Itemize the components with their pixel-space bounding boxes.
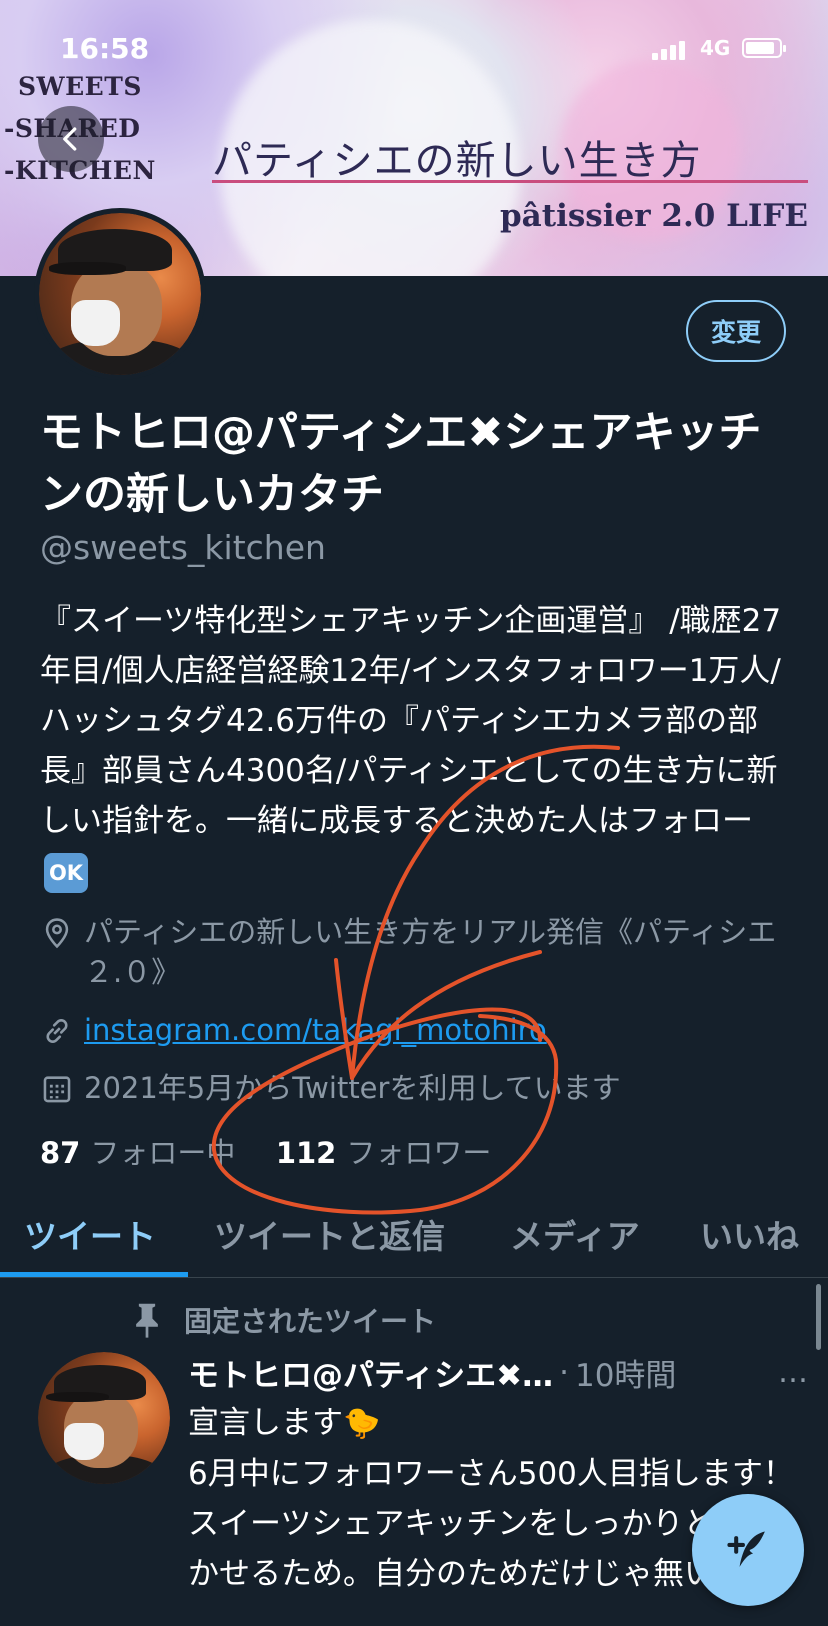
scrollbar[interactable] [816,1284,821,1350]
edit-profile-button[interactable]: 変更 [686,300,786,362]
profile-website: instagram.com/takagi_motohiro [40,1010,547,1050]
profile-handle: @sweets_kitchen [40,528,326,567]
compose-tweet-icon [727,1531,765,1567]
battery-icon [742,38,786,58]
separator-dot: · [559,1354,569,1391]
banner-divider [212,180,808,183]
chevron-left-icon [63,127,77,151]
calendar-icon [43,1076,71,1103]
chick-emoji: 🐤 [343,1406,381,1441]
tweet-author-avatar[interactable] [38,1352,170,1484]
profile-tabs: ツイート ツイートと返信 メディア いいね [0,1200,828,1278]
ok-emoji: OK [44,852,88,893]
following-count: 87 [40,1136,81,1170]
profile-avatar[interactable] [34,208,206,380]
website-link[interactable]: instagram.com/takagi_motohiro [84,1010,547,1050]
tab-media[interactable]: メディア [510,1210,640,1258]
tweet-time[interactable]: 10時間 [575,1350,676,1395]
banner-subtitle: pâtissier 2.0 LIFE [500,198,809,234]
tweet-line: 宣言します [188,1405,343,1441]
link-icon [46,1019,68,1043]
bio-text: 『スイーツ特化型シェアキッチン企画運営』 /職歴27年目/個人店経営経験12年/… [40,603,782,839]
network-type: 4G [700,36,731,60]
followers-label: フォロワー [346,1136,492,1170]
tab-tweets[interactable]: ツイート [24,1210,156,1258]
status-time: 16:58 [60,32,150,65]
status-bar: 16:58 4G [0,30,828,70]
profile-display-name: モトヒロ@パティシエ✖︎シェアキッチンの新しいカタチ [40,408,762,520]
pinned-indicator: 固定されたツイート [130,1300,436,1340]
following-link[interactable]: 87 フォロー中 [40,1136,235,1170]
location-pin-icon [45,918,69,949]
tweet-author-name[interactable]: モトヒロ@パティシエ✖︎… [188,1350,553,1395]
banner-title: パティシエの新しい生き方 [212,138,702,184]
tweet-header: モトヒロ@パティシエ✖︎… · 10時間 … [188,1350,808,1395]
followers-count: 112 [275,1136,337,1170]
follow-stats: 87 フォロー中 112 フォロワー [40,1130,491,1172]
pinned-label: 固定されたツイート [184,1305,437,1338]
profile-joined: 2021年5月からTwitterを利用しています [40,1068,621,1108]
active-tab-indicator [0,1272,188,1277]
banner-logo-line: SWEETS [18,72,142,101]
following-label: フォロー中 [90,1136,236,1170]
tab-tweets-replies[interactable]: ツイートと返信 [214,1210,445,1258]
compose-tweet-button[interactable] [692,1494,804,1606]
profile-bio: 『スイーツ特化型シェアキッチン企画運営』 /職歴27年目/個人店経営経験12年/… [40,596,790,896]
back-button[interactable] [38,106,104,172]
pin-icon [136,1303,158,1338]
followers-link[interactable]: 112 フォロワー [276,1136,492,1170]
profile-location: パティシエの新しい生き方をリアル発信《パティシエ２.０》 [40,912,800,992]
tab-likes[interactable]: いいね [700,1210,799,1258]
joined-text: 2021年5月からTwitterを利用しています [84,1071,621,1105]
location-text: パティシエの新しい生き方をリアル発信《パティシエ２.０》 [84,915,777,989]
signal-icon [652,40,685,60]
more-options-icon[interactable]: … [778,1355,808,1390]
